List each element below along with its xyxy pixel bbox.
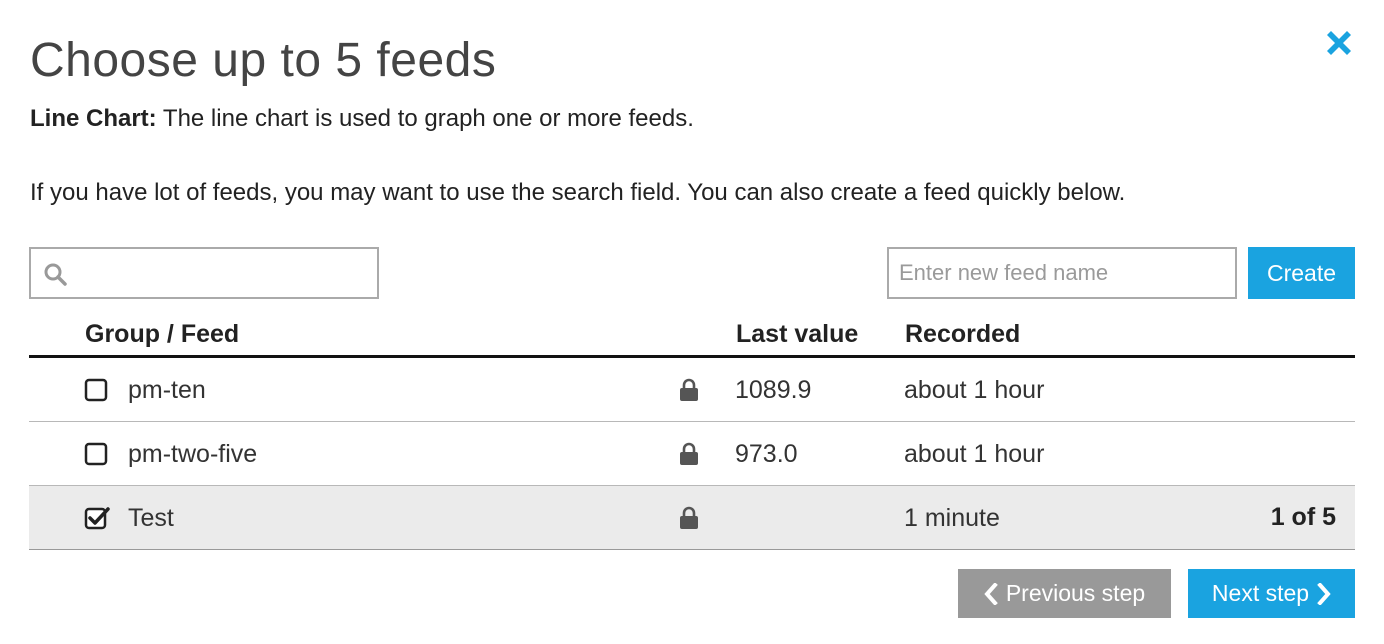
close-button[interactable] — [1322, 26, 1356, 60]
new-feed-name-input[interactable] — [887, 247, 1237, 299]
lock-icon — [679, 506, 699, 530]
search-field[interactable] — [29, 247, 379, 299]
feed-recorded: about 1 hour — [904, 376, 1045, 404]
feed-recorded: 1 minute — [904, 504, 1000, 532]
previous-step-button[interactable]: Previous step — [958, 569, 1171, 618]
feed-last-value: 973.0 — [735, 440, 798, 468]
table-row[interactable]: pm-two-five 973.0 about 1 hour — [29, 422, 1355, 486]
table-row[interactable]: pm-ten 1089.9 about 1 hour — [29, 358, 1355, 422]
feed-checkbox[interactable] — [84, 506, 110, 532]
feed-name: pm-ten — [128, 376, 206, 404]
next-step-label: Next step — [1211, 580, 1310, 606]
feed-name: pm-two-five — [128, 440, 258, 468]
lock-icon — [679, 378, 699, 402]
dialog-title: Choose up to 5 feeds — [30, 34, 497, 87]
previous-step-label: Previous step — [1005, 580, 1146, 606]
search-input[interactable] — [79, 249, 375, 297]
chart-description-text: The line chart is used to graph one or m… — [156, 105, 694, 132]
feed-last-value: 1089.9 — [735, 376, 812, 404]
search-icon — [44, 263, 67, 286]
unchecked-box-icon — [84, 378, 108, 402]
table-header: Group / Feed Last value Recorded — [29, 318, 1355, 358]
feed-name: Test — [128, 504, 174, 532]
selection-count: 1 of 5 — [1270, 503, 1336, 531]
next-step-button[interactable]: Next step — [1188, 569, 1355, 618]
search-hint: If you have lot of feeds, you may want t… — [30, 179, 1126, 206]
unchecked-box-icon — [84, 442, 108, 466]
feed-checkbox[interactable] — [84, 378, 110, 404]
create-feed-button[interactable]: Create — [1248, 247, 1355, 299]
header-recorded: Recorded — [905, 320, 1021, 348]
chevron-left-icon — [984, 582, 998, 605]
choose-feeds-dialog: Choose up to 5 feeds Line Chart: The lin… — [0, 0, 1384, 644]
header-last-value: Last value — [736, 320, 859, 348]
lock-icon — [679, 442, 699, 466]
feeds-table: Group / Feed Last value Recorded pm-ten … — [29, 318, 1355, 550]
chart-description: Line Chart: The line chart is used to gr… — [30, 104, 694, 134]
feed-recorded: about 1 hour — [904, 440, 1045, 468]
chart-type-label: Line Chart: — [30, 105, 157, 132]
chevron-right-icon — [1317, 582, 1331, 605]
close-icon — [1327, 31, 1351, 55]
table-row-selected[interactable]: Test 1 minute 1 of 5 — [29, 486, 1355, 550]
feed-checkbox[interactable] — [84, 442, 110, 468]
header-group-feed: Group / Feed — [85, 320, 240, 348]
checked-box-icon — [84, 507, 110, 530]
